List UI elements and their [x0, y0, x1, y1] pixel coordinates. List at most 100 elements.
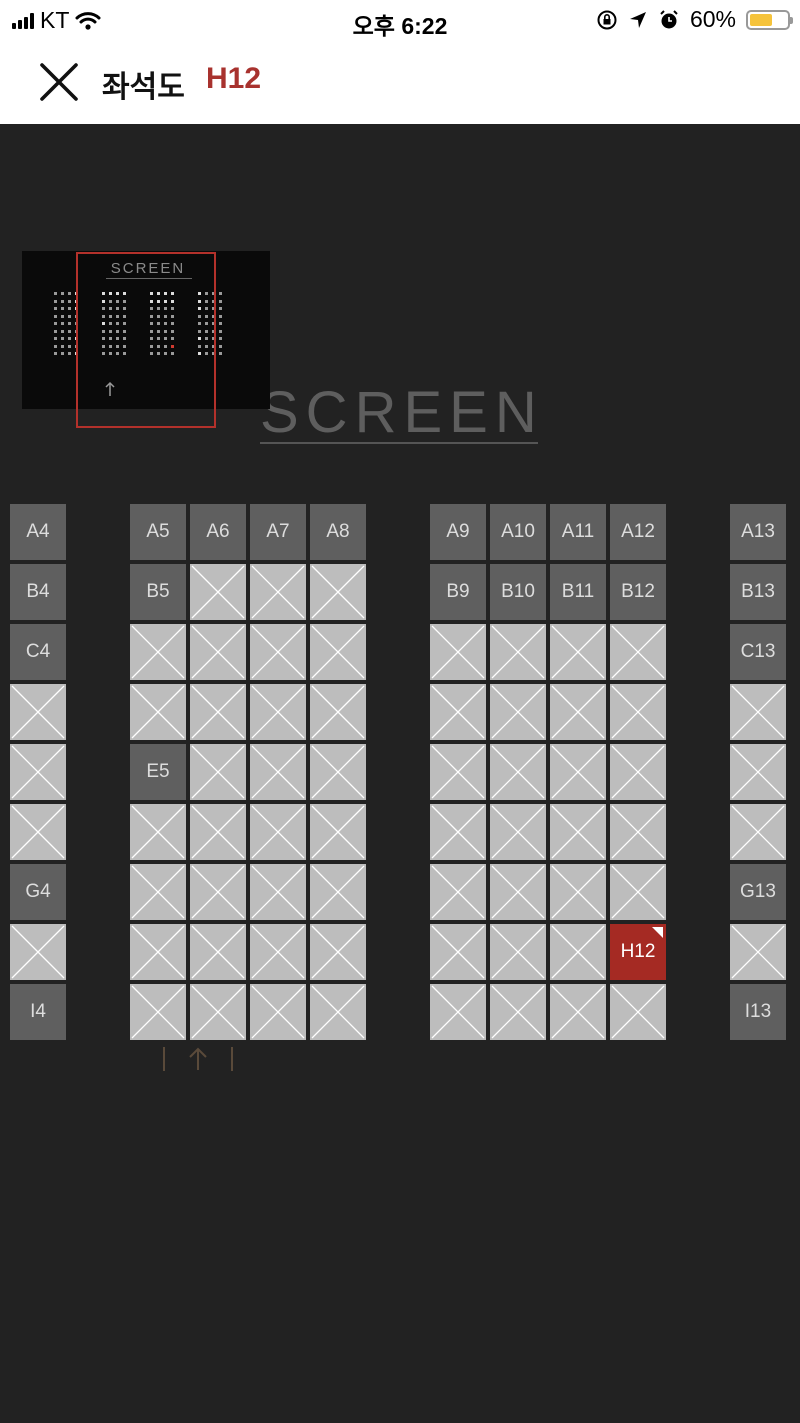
- seat-B10[interactable]: B10: [490, 564, 546, 620]
- seat-H6: [190, 924, 246, 980]
- seat-E4: [10, 744, 66, 800]
- seat-label: H12: [620, 941, 656, 962]
- sold-seat-cross-icon: [431, 925, 485, 979]
- sold-seat-cross-icon: [251, 745, 305, 799]
- seat-B4[interactable]: B4: [10, 564, 66, 620]
- minimap-seat-dot: [61, 352, 64, 355]
- sold-seat-cross-icon: [611, 805, 665, 859]
- seat-E9: [430, 744, 486, 800]
- sold-seat-cross-icon: [611, 685, 665, 739]
- sold-seat-cross-icon: [611, 985, 665, 1039]
- sold-seat-cross-icon: [311, 565, 365, 619]
- minimap-seat-dot: [61, 307, 64, 310]
- seat-label: A12: [621, 521, 655, 542]
- seat-A11[interactable]: A11: [550, 504, 606, 560]
- minimap-seat-dot: [219, 352, 222, 355]
- minimap-seat-dot: [61, 299, 64, 303]
- seat-label: C4: [25, 641, 51, 662]
- seat-I13[interactable]: I13: [730, 984, 786, 1040]
- minimap-seat-dot: [219, 292, 222, 295]
- minimap-seat-dot: [68, 322, 71, 325]
- seat-A12[interactable]: A12: [610, 504, 666, 560]
- seat-D5: [130, 684, 186, 740]
- seat-G13[interactable]: G13: [730, 864, 786, 920]
- minimap-seat-dot: [68, 299, 71, 303]
- seat-C7: [250, 624, 306, 680]
- seat-map[interactable]: SCREEN A4 A5 A6 A7 A8 A9 A10 A11 A12 A13 B4 B5 B9 B10…: [0, 124, 800, 1423]
- minimap-seat-dot: [54, 344, 57, 348]
- sold-seat-cross-icon: [551, 745, 605, 799]
- seat-A10[interactable]: A10: [490, 504, 546, 560]
- sold-seat-cross-icon: [311, 805, 365, 859]
- seat-label: B5: [146, 581, 170, 602]
- seat-H12[interactable]: H12: [610, 924, 666, 980]
- sold-seat-cross-icon: [551, 685, 605, 739]
- seat-F6: [190, 804, 246, 860]
- seat-B12[interactable]: B12: [610, 564, 666, 620]
- seat-A8[interactable]: A8: [310, 504, 366, 560]
- sold-seat-cross-icon: [191, 985, 245, 1039]
- minimap-seat-dot: [54, 337, 57, 340]
- seat-label: A11: [561, 521, 595, 542]
- seat-D7: [250, 684, 306, 740]
- sold-seat-cross-icon: [491, 745, 545, 799]
- seat-F11: [550, 804, 606, 860]
- seat-label: B4: [26, 581, 50, 602]
- seat-I6: [190, 984, 246, 1040]
- seat-C4[interactable]: C4: [10, 624, 66, 680]
- seat-C5: [130, 624, 186, 680]
- minimap-viewport-frame[interactable]: [76, 252, 216, 428]
- seat-D6: [190, 684, 246, 740]
- minimap-seat-dot: [219, 322, 222, 325]
- sold-seat-cross-icon: [491, 865, 545, 919]
- status-right: 60%: [596, 6, 793, 33]
- seat-D11: [550, 684, 606, 740]
- sold-seat-cross-icon: [11, 805, 65, 859]
- minimap-seat-dot: [54, 307, 57, 310]
- header: 좌석도 H12: [0, 40, 800, 124]
- seat-F9: [430, 804, 486, 860]
- seat-B5[interactable]: B5: [130, 564, 186, 620]
- seat-B13[interactable]: B13: [730, 564, 786, 620]
- seat-A13[interactable]: A13: [730, 504, 786, 560]
- seat-label: A7: [266, 521, 290, 542]
- seat-label: E5: [146, 761, 170, 782]
- seat-label: I4: [30, 1001, 46, 1022]
- sold-seat-cross-icon: [251, 685, 305, 739]
- seat-I4[interactable]: I4: [10, 984, 66, 1040]
- seat-label: A9: [446, 521, 470, 542]
- seat-F4: [10, 804, 66, 860]
- seat-H13: [730, 924, 786, 980]
- seat-E11: [550, 744, 606, 800]
- minimap-seat-dot: [219, 314, 222, 318]
- seat-label: B13: [741, 581, 775, 602]
- seat-E5[interactable]: E5: [130, 744, 186, 800]
- sold-seat-cross-icon: [491, 625, 545, 679]
- seat-A9[interactable]: A9: [430, 504, 486, 560]
- sold-seat-cross-icon: [311, 925, 365, 979]
- seat-B9[interactable]: B9: [430, 564, 486, 620]
- seat-A4[interactable]: A4: [10, 504, 66, 560]
- seat-A7[interactable]: A7: [250, 504, 306, 560]
- sold-seat-cross-icon: [311, 625, 365, 679]
- seat-label: A4: [26, 521, 50, 542]
- close-button[interactable]: [38, 61, 80, 103]
- sold-seat-cross-icon: [431, 805, 485, 859]
- sold-seat-cross-icon: [11, 685, 65, 739]
- seat-label: A13: [741, 521, 775, 542]
- sold-seat-cross-icon: [311, 745, 365, 799]
- seat-F12: [610, 804, 666, 860]
- seat-G4[interactable]: G4: [10, 864, 66, 920]
- sold-seat-cross-icon: [131, 805, 185, 859]
- sold-seat-cross-icon: [191, 565, 245, 619]
- minimap-seat-dot: [219, 329, 222, 333]
- sold-seat-cross-icon: [431, 745, 485, 799]
- seat-label: A6: [206, 521, 230, 542]
- seat-I11: [550, 984, 606, 1040]
- seat-C13[interactable]: C13: [730, 624, 786, 680]
- seat-A6[interactable]: A6: [190, 504, 246, 560]
- seat-G10: [490, 864, 546, 920]
- seat-A5[interactable]: A5: [130, 504, 186, 560]
- minimap-seat-dot: [61, 329, 64, 333]
- seat-B11[interactable]: B11: [550, 564, 606, 620]
